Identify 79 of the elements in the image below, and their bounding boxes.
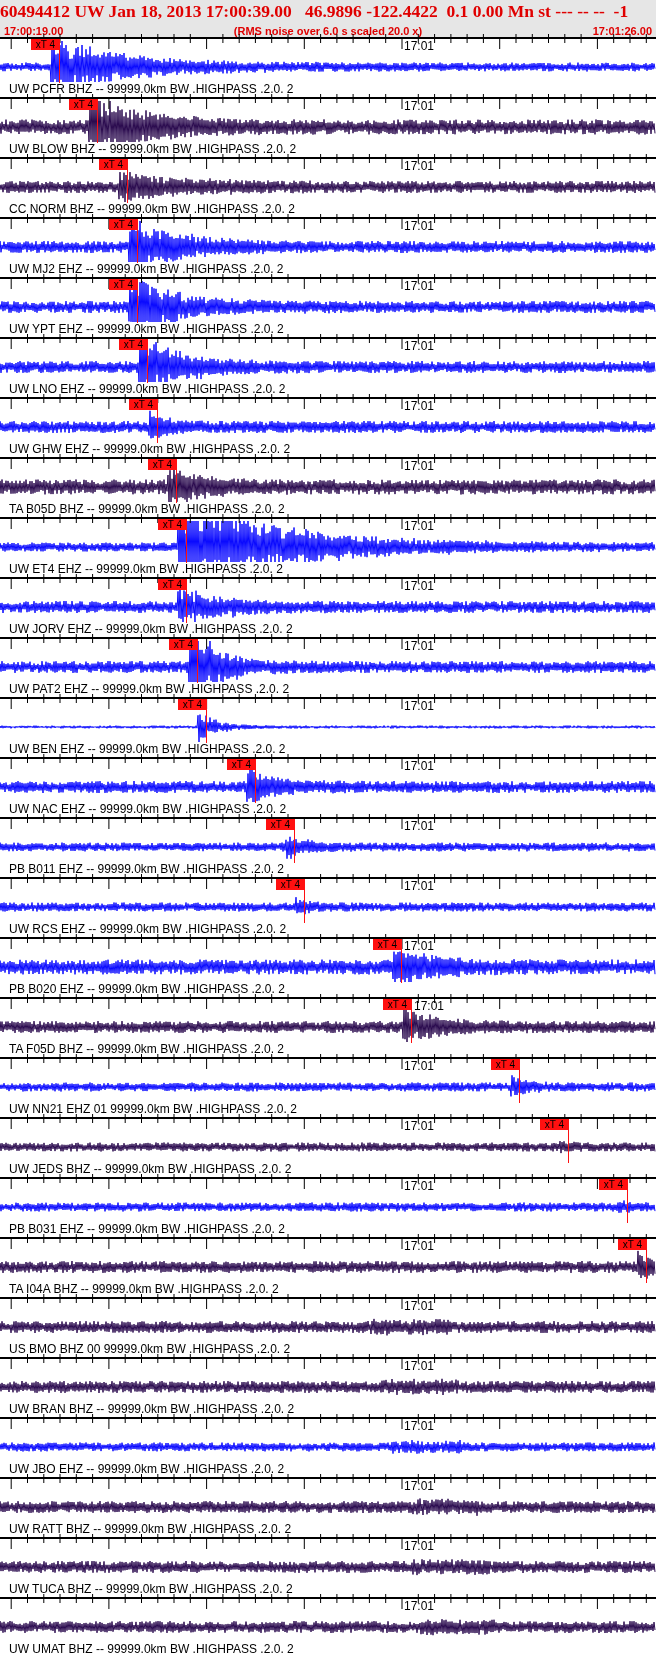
pick-label: xT 4 xyxy=(276,879,305,890)
station-label: TA I04A BHZ -- 99999.0km BW .HIGHPASS .2.0. 2 xyxy=(9,1283,279,1296)
station-label: UW GHW EHZ -- 99999.0km BW .HIGHPASS .2.0. 2 xyxy=(9,443,291,456)
time-label: 17:01 xyxy=(404,1540,435,1553)
station-label: UW BEN EHZ -- 99999.0km BW .HIGHPASS .2.0. 2 xyxy=(9,743,286,756)
time-label: 17:01 xyxy=(404,1240,435,1253)
time-label: 17:01 xyxy=(404,40,435,53)
pick-label: xT 4 xyxy=(373,939,402,950)
station-label: UW BLOW BHZ -- 99999.0km BW .HIGHPASS .2.0. 2 xyxy=(9,143,297,156)
time-label: 17:01 xyxy=(404,940,435,953)
scale-note: (RMS noise over 6.0 s scaled 20.0 x) xyxy=(233,24,423,39)
time-label: 17:01 xyxy=(404,100,435,113)
time-label: 17:01 xyxy=(404,160,435,173)
station-label: CC NORM BHZ -- 99999.0km BW .HIGHPASS .2.0. 2 xyxy=(9,203,295,216)
time-label: 17:01 xyxy=(404,880,435,893)
pick-label: xT 4 xyxy=(109,219,138,230)
station-label: UW RCS EHZ -- 99999.0km BW .HIGHPASS .2.0. 2 xyxy=(9,923,287,936)
time-label: 17:01 xyxy=(404,1420,435,1433)
time-label: 17:01 xyxy=(404,1180,435,1193)
pick-label: xT 4 xyxy=(618,1239,647,1250)
time-label: 17:01 xyxy=(404,820,435,833)
time-label: 17:01 xyxy=(404,1600,435,1613)
station-label: UW PCFR BHZ -- 99999.0km BW .HIGHPASS .2.0. 2 xyxy=(9,83,294,96)
pick-label: xT 4 xyxy=(99,159,128,170)
time-label: 17:01 xyxy=(404,520,435,533)
time-label: 17:01 xyxy=(404,640,435,653)
pick-label: xT 4 xyxy=(540,1119,569,1130)
station-label: PB B031 EHZ -- 99999.0km BW .HIGHPASS .2.0. 2 xyxy=(9,1223,285,1236)
station-label: UW BRAN BHZ -- 99999.0km BW .HIGHPASS .2.0. 2 xyxy=(9,1403,295,1416)
time-label: 17:01 xyxy=(404,340,435,353)
end-time: 17:01:26.00 xyxy=(592,24,652,39)
time-label: 17:01 xyxy=(404,1300,435,1313)
time-label: 17:01 xyxy=(404,760,435,773)
station-label: US BMO BHZ 00 99999.0km BW .HIGHPASS .2.0. 2 xyxy=(9,1343,291,1356)
pick-label: xT 4 xyxy=(178,699,207,710)
pick-label: xT 4 xyxy=(227,759,256,770)
pick-label: xT 4 xyxy=(599,1179,628,1190)
station-label: UW RATT BHZ -- 99999.0km BW .HIGHPASS .2.0. 2 xyxy=(9,1523,292,1536)
station-label: UW UMAT BHZ -- 99999.0km BW .HIGHPASS .2.0. 2 xyxy=(9,1643,294,1656)
pick-label: xT 4 xyxy=(169,639,198,650)
pick-label: xT 4 xyxy=(148,459,177,470)
pick-label: xT 4 xyxy=(109,279,138,290)
station-label: PB B020 EHZ -- 99999.0km BW .HIGHPASS .2.0. 2 xyxy=(9,983,285,996)
pick-label: xT 4 xyxy=(158,579,187,590)
time-label: 17:01 xyxy=(404,1060,435,1073)
station-label: PB B011 EHZ -- 99999.0km BW .HIGHPASS .2.0. 2 xyxy=(9,863,284,876)
station-label: UW LNO EHZ -- 99999.0km BW .HIGHPASS .2.0. 2 xyxy=(9,383,286,396)
station-label: UW NAC EHZ -- 99999.0km BW .HIGHPASS .2.0. 2 xyxy=(9,803,287,816)
pick-label: xT 4 xyxy=(383,999,412,1010)
station-label: UW MJ2 EHZ -- 99999.0km BW .HIGHPASS .2.0. 2 xyxy=(9,263,284,276)
time-label: 17:01 xyxy=(404,700,435,713)
pick-label: xT 4 xyxy=(129,399,158,410)
time-label: 17:01 xyxy=(404,580,435,593)
station-label: UW JORV EHZ -- 99999.0km BW .HIGHPASS .2.0. 2 xyxy=(9,623,293,636)
pick-label: xT 4 xyxy=(491,1059,520,1070)
pick-label: xT 4 xyxy=(31,39,60,50)
time-label: 17:01 xyxy=(404,1480,435,1493)
station-label: TA B05D BHZ -- 99999.0km BW .HIGHPASS .2.0. 2 xyxy=(9,503,285,516)
pick-label: xT 4 xyxy=(69,99,98,110)
time-label: 17:01 xyxy=(404,280,435,293)
time-label: 17:01 xyxy=(404,400,435,413)
station-label: UW YPT EHZ -- 99999.0km BW .HIGHPASS .2.0. 2 xyxy=(9,323,284,336)
pick-label: xT 4 xyxy=(266,819,295,830)
time-label: 17:01 xyxy=(404,220,435,233)
time-label: 17:01 xyxy=(414,1000,445,1013)
pick-label: xT 4 xyxy=(119,339,148,350)
station-label: UW NN21 EHZ 01 99999.0km BW .HIGHPASS .2.0. 2 xyxy=(9,1103,297,1116)
event-title: 60494412 UW Jan 18, 2013 17:00:39.00 46.9896 -122.4422 0.1 0.00 Mn st --- -- -- -1 xyxy=(0,1,629,22)
station-label: UW ET4 EHZ -- 99999.0km BW .HIGHPASS .2.0. 2 xyxy=(9,563,283,576)
station-label: UW JEDS BHZ -- 99999.0km BW .HIGHPASS .2.0. 2 xyxy=(9,1163,292,1176)
station-label: TA F05D BHZ -- 99999.0km BW .HIGHPASS .2.0. 2 xyxy=(9,1043,284,1056)
time-label: 17:01 xyxy=(404,1120,435,1133)
start-time: 17:00:19.00 xyxy=(4,24,64,39)
station-label: UW JBO EHZ -- 99999.0km BW .HIGHPASS .2.0. 2 xyxy=(9,1463,285,1476)
station-label: UW TUCA BHZ -- 99999.0km BW .HIGHPASS .2.0. 2 xyxy=(9,1583,293,1596)
pick-label: xT 4 xyxy=(158,519,187,530)
time-label: 17:01 xyxy=(404,1360,435,1373)
station-label: UW PAT2 EHZ -- 99999.0km BW .HIGHPASS .2.0. 2 xyxy=(9,683,290,696)
time-label: 17:01 xyxy=(404,460,435,473)
